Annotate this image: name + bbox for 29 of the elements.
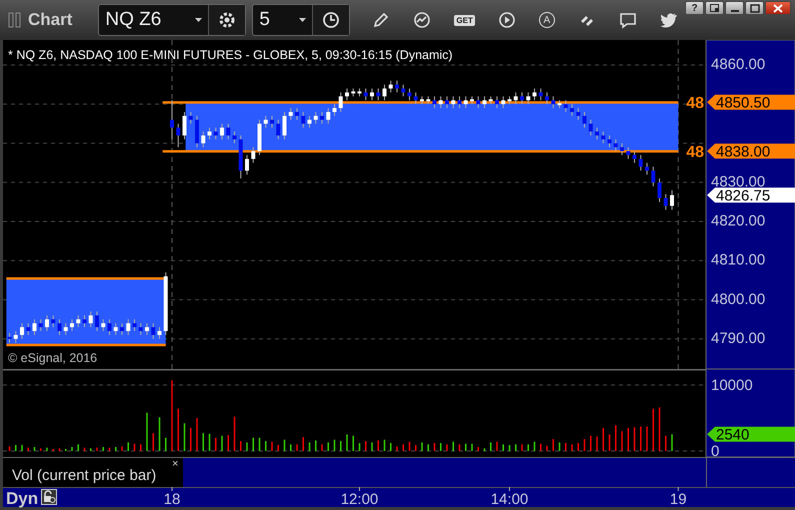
- axis-label: 4820.00: [711, 212, 766, 230]
- window-title: Chart: [28, 10, 72, 30]
- time-label: 19: [670, 491, 687, 508]
- axis-label: 10000: [711, 377, 753, 394]
- time-label: 14:00: [490, 491, 528, 508]
- chart-header: * NQ Z6, NASDAQ 100 E-MINI FUTURES - GLOBEX, 5, 09:30-16:15 (Dynamic): [8, 48, 453, 62]
- alert-button[interactable]: A: [538, 12, 555, 28]
- ref-line-label: 4850.50: [716, 94, 770, 112]
- time-label: 18: [164, 491, 180, 508]
- copyright: © eSignal, 2016: [8, 351, 98, 365]
- help-button[interactable]: ?: [685, 1, 704, 15]
- axis-label: 4860.00: [711, 56, 766, 74]
- time-label: 12:00: [340, 491, 378, 508]
- mode-label: Dyn: [6, 489, 38, 508]
- close-button[interactable]: ×: [172, 458, 178, 470]
- axis-label: 0: [711, 443, 720, 460]
- volume-tag: 2540: [707, 426, 795, 444]
- level-label: 48: [686, 95, 704, 112]
- level-label: 48: [686, 144, 704, 162]
- price-tag: 4850.50: [707, 94, 795, 112]
- axis-label: 4830.00: [711, 173, 766, 190]
- get-button[interactable]: GET: [454, 14, 475, 26]
- axis-label: 4800.00: [711, 290, 766, 308]
- price-tag: 4838.00: [707, 144, 795, 161]
- ref-line-label: 4838.00: [716, 144, 770, 161]
- price-tag: 4826.75: [707, 188, 795, 205]
- axis-label: 4790.00: [711, 330, 766, 347]
- axis-label: 4810.00: [711, 252, 766, 269]
- study-label: Vol (current price bar): [12, 467, 156, 484]
